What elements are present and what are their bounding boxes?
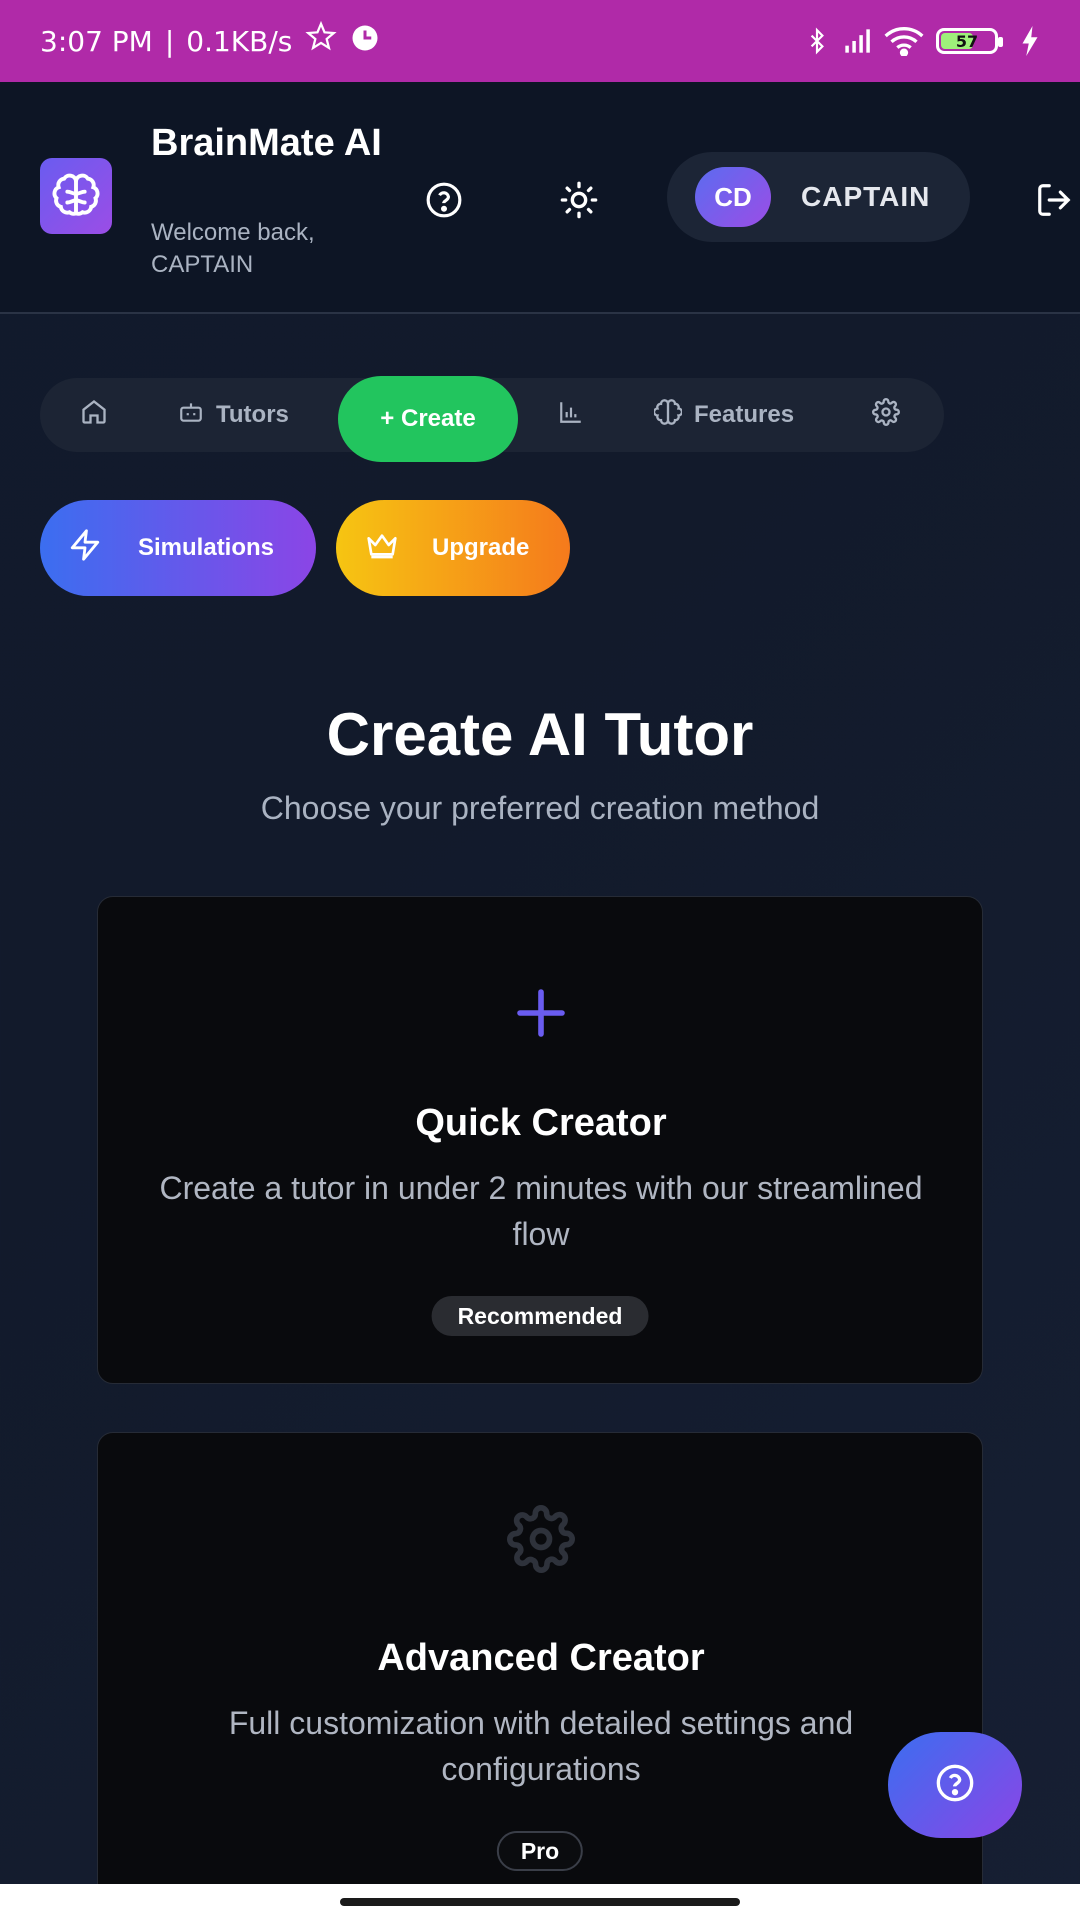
bluetooth-icon: [804, 26, 830, 56]
help-fab-button[interactable]: [888, 1732, 1022, 1838]
wifi-icon: [884, 26, 924, 56]
bot-icon: [178, 399, 204, 432]
status-separator: |: [164, 24, 175, 58]
avatar: CD: [695, 167, 771, 227]
charging-icon: [1020, 26, 1040, 56]
plus-icon: [98, 985, 984, 1041]
nav-create[interactable]: + Create: [338, 376, 518, 462]
logout-icon[interactable]: [1032, 178, 1076, 222]
battery-icon: 57: [936, 28, 1003, 54]
notification-icon: [304, 20, 338, 62]
user-profile-button[interactable]: CD CAPTAIN: [667, 152, 970, 242]
help-icon: [935, 1763, 975, 1808]
pro-badge: Pro: [496, 1831, 584, 1871]
upgrade-label: Upgrade: [432, 534, 530, 561]
brain-logo-icon: [40, 158, 112, 234]
app-title: BrainMate AI: [151, 122, 382, 164]
card-description: Full customization with detailed setting…: [228, 1705, 854, 1787]
clock-icon: [350, 23, 380, 60]
user-name: CAPTAIN: [801, 181, 931, 212]
help-icon[interactable]: [422, 178, 466, 222]
advanced-creator-card[interactable]: Advanced Creator Full customization with…: [97, 1432, 983, 1920]
card-title: Advanced Creator: [377, 1637, 705, 1679]
status-network-speed: 0.1KB/s: [186, 24, 293, 58]
crown-icon: [364, 529, 400, 568]
page-title: Create AI Tutor: [326, 701, 754, 768]
status-bar: 3:07 PM | 0.1KB/s 57: [0, 0, 1080, 82]
app-header: BrainMate AI Welcome back, CAPTAIN CD CA…: [0, 82, 1080, 314]
nav-features-label: Features: [694, 401, 795, 428]
recommended-badge: Recommended: [431, 1296, 649, 1336]
brain-icon: [652, 398, 684, 433]
home-indicator[interactable]: [340, 1898, 740, 1906]
nav-home[interactable]: [80, 378, 108, 452]
welcome-text: Welcome back, CAPTAIN: [151, 219, 315, 278]
nav-tutors[interactable]: Tutors: [178, 378, 289, 452]
gear-icon: [98, 1505, 984, 1573]
simulations-label: Simulations: [138, 534, 275, 561]
card-description: Create a tutor in under 2 minutes with o…: [159, 1170, 923, 1252]
upgrade-button[interactable]: Upgrade: [336, 500, 570, 596]
page-subtitle: Choose your preferred creation method: [260, 790, 820, 826]
nav-settings[interactable]: [872, 378, 900, 452]
nav-analytics[interactable]: [558, 378, 584, 452]
home-icon: [80, 398, 108, 433]
status-right: 57: [804, 26, 1040, 56]
quick-creator-card[interactable]: Quick Creator Create a tutor in under 2 …: [97, 896, 983, 1384]
nav-features[interactable]: Features: [652, 378, 795, 452]
nav-tutors-label: Tutors: [216, 401, 289, 428]
battery-level: 57: [955, 31, 979, 51]
gear-icon: [872, 397, 900, 433]
lightning-icon: [68, 528, 102, 569]
bar-chart-icon: [558, 399, 584, 432]
card-title: Quick Creator: [415, 1102, 667, 1144]
status-left: 3:07 PM | 0.1KB/s: [40, 20, 380, 62]
status-time: 3:07 PM: [40, 24, 153, 58]
theme-toggle-sun-icon[interactable]: [557, 178, 601, 222]
simulations-button[interactable]: Simulations: [40, 500, 316, 596]
signal-icon: [842, 27, 872, 55]
